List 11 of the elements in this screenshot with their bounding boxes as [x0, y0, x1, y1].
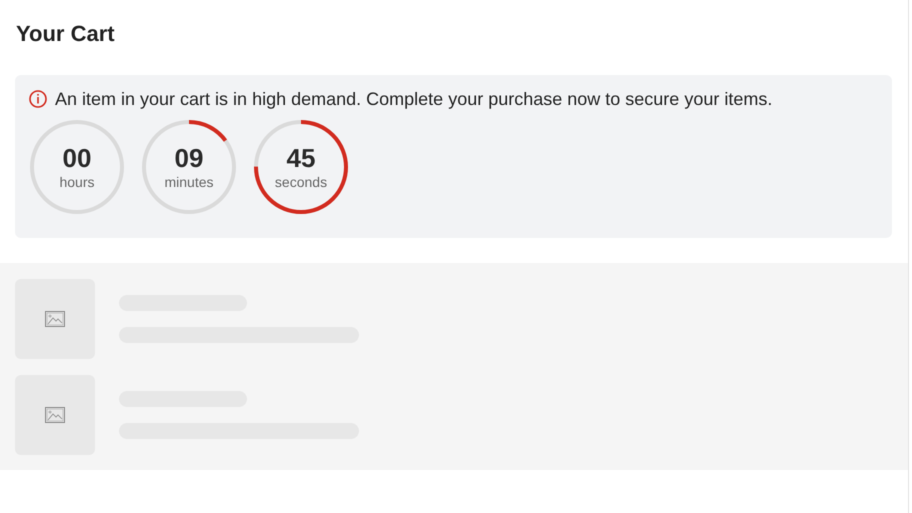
alert-message: An item in your cart is in high demand. Complete your purchase now to secure your items. — [55, 88, 772, 111]
timer-value: 00 — [62, 143, 92, 173]
cart-title: Your Cart — [15, 20, 116, 48]
timer-unit: minutes — [164, 173, 214, 191]
timer-value: 45 — [286, 143, 316, 173]
timer-unit: seconds — [274, 173, 328, 191]
timer-value: 09 — [174, 143, 204, 173]
timer-unit: hours — [59, 173, 95, 191]
image-icon — [45, 311, 65, 327]
info-icon — [29, 90, 47, 108]
image-icon — [45, 407, 65, 423]
